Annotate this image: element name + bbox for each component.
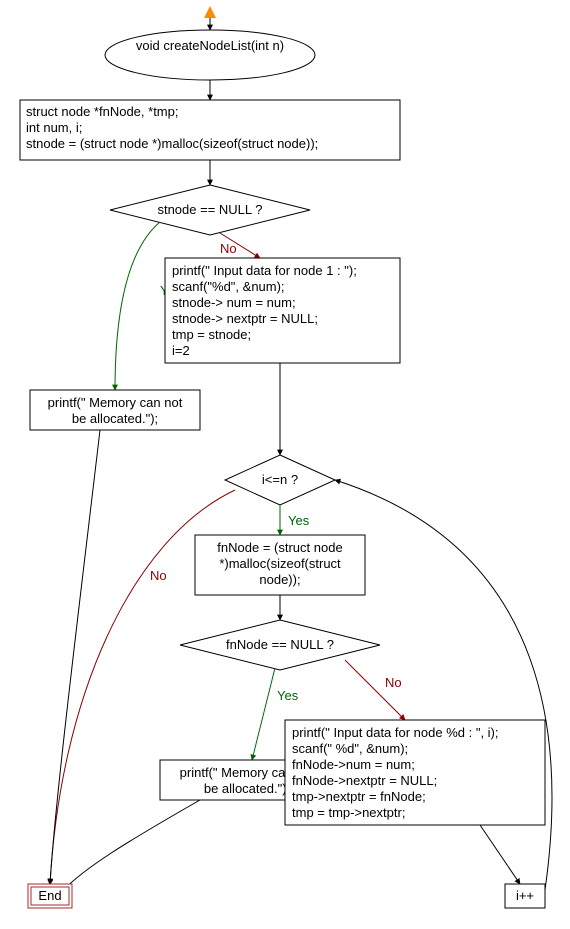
cond-loop: i<=n ? — [225, 455, 335, 505]
cond3-no-label: No — [385, 675, 402, 690]
cond3-yes-label: Yes — [277, 688, 299, 703]
increment-block: i++ — [505, 884, 545, 908]
svg-text:be allocated.");: be allocated."); — [72, 411, 158, 426]
start-node: void createNodeList(int n) — [105, 30, 315, 80]
svg-text:scanf("%d", &num);: scanf("%d", &num); — [172, 279, 285, 294]
svg-text:fnNode = (struct node: fnNode = (struct node — [217, 540, 342, 555]
svg-text:printf(" Input data for node %: printf(" Input data for node %d : ", i); — [292, 725, 499, 740]
svg-text:fnNode == NULL ?: fnNode == NULL ? — [226, 637, 334, 652]
svg-text:be allocated.");: be allocated."); — [204, 781, 290, 796]
svg-text:node));: node)); — [259, 572, 300, 587]
cond-stnode-null: stnode == NULL ? — [110, 185, 310, 235]
svg-text:i=2: i=2 — [172, 343, 190, 358]
cond2-yes-label: Yes — [288, 513, 310, 528]
mem-fail-1: printf(" Memory can not be allocated."); — [30, 390, 200, 430]
svg-text:printf(" Memory can not: printf(" Memory can not — [48, 395, 183, 410]
start-label: void createNodeList(int n) — [136, 38, 284, 53]
loop-body: printf(" Input data for node %d : ", i);… — [285, 720, 545, 825]
cond2-no-label: No — [150, 568, 167, 583]
svg-text:stnode-> num = num;: stnode-> num = num; — [172, 295, 296, 310]
svg-text:*)malloc(sizeof(struct: *)malloc(sizeof(struct — [219, 556, 341, 571]
svg-text:End: End — [38, 888, 61, 903]
svg-text:stnode-> nextptr = NULL;: stnode-> nextptr = NULL; — [172, 311, 318, 326]
end-node: End — [28, 884, 72, 908]
svg-text:i<=n ?: i<=n ? — [262, 472, 298, 487]
svg-text:tmp = stnode;: tmp = stnode; — [172, 327, 251, 342]
alloc-block: fnNode = (struct node *)malloc(sizeof(st… — [195, 535, 365, 595]
init-block: printf(" Input data for node 1 : "); sca… — [165, 258, 400, 363]
svg-text:tmp->nextptr = fnNode;: tmp->nextptr = fnNode; — [292, 789, 426, 804]
svg-text:struct node *fnNode, *tmp;: struct node *fnNode, *tmp; — [26, 104, 178, 119]
svg-text:stnode = (struct node *)malloc: stnode = (struct node *)malloc(sizeof(st… — [26, 136, 318, 151]
decl-block: struct node *fnNode, *tmp; int num, i; s… — [20, 100, 400, 160]
cond-fnnode-null: fnNode == NULL ? — [180, 620, 380, 670]
svg-text:fnNode->num = num;: fnNode->num = num; — [292, 757, 415, 772]
cond1-no-label: No — [220, 241, 237, 256]
svg-text:printf(" Input data for node 1: printf(" Input data for node 1 : "); — [172, 263, 357, 278]
svg-text:int num, i;: int num, i; — [26, 120, 82, 135]
svg-text:scanf(" %d", &num);: scanf(" %d", &num); — [292, 741, 408, 756]
svg-text:stnode == NULL ?: stnode == NULL ? — [157, 202, 262, 217]
start-marker — [204, 6, 216, 30]
svg-text:i++: i++ — [516, 888, 534, 903]
svg-text:fnNode->nextptr = NULL;: fnNode->nextptr = NULL; — [292, 773, 437, 788]
svg-text:tmp = tmp->nextptr;: tmp = tmp->nextptr; — [292, 805, 405, 820]
